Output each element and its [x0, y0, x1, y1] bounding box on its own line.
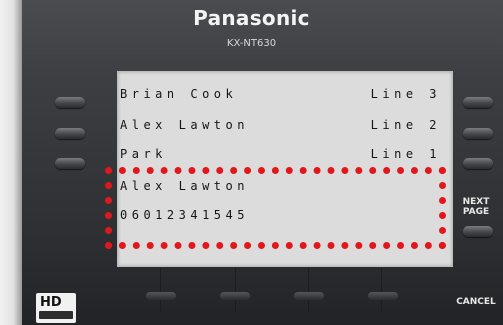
- display-row: Brian Cook Line 3: [120, 87, 436, 103]
- bottom-softkey-1[interactable]: [146, 292, 176, 300]
- bottom-softkey-3[interactable]: [294, 292, 324, 300]
- brand-name: Panasonic: [193, 6, 310, 30]
- key-divider: [235, 268, 236, 312]
- bottom-softkey-4[interactable]: [368, 292, 398, 300]
- left-softkey-2[interactable]: [55, 128, 85, 139]
- left-softkey-3[interactable]: [55, 158, 85, 169]
- right-softkey-1[interactable]: [463, 97, 493, 108]
- line-label: Line 2: [370, 118, 441, 132]
- line-label: Line 1: [370, 147, 441, 161]
- key-divider: [308, 268, 309, 312]
- key-divider: [160, 268, 161, 312]
- bottom-softkey-2[interactable]: [220, 292, 250, 300]
- next-page-label[interactable]: NEXT PAGE: [452, 197, 500, 217]
- highlight-box: [105, 167, 446, 249]
- contact-name: Park: [120, 147, 167, 161]
- right-softkey-2[interactable]: [463, 128, 493, 139]
- hd-logo-band: [39, 311, 73, 319]
- hd-sound-logo: HD: [36, 293, 76, 323]
- contact-name: Alex Lawton: [120, 118, 249, 132]
- hd-logo-text: HD: [40, 295, 62, 310]
- cancel-button[interactable]: CANCEL: [452, 297, 500, 307]
- contact-name: Brian Cook: [120, 87, 238, 101]
- model-number: KX-NT630: [226, 38, 277, 49]
- display-row: Alex Lawton Line 2: [120, 118, 436, 134]
- line-label: Line 3: [370, 87, 441, 101]
- next-page-button[interactable]: [463, 226, 493, 237]
- right-softkey-3[interactable]: [463, 158, 493, 169]
- left-softkey-1[interactable]: [55, 97, 85, 108]
- key-divider: [381, 268, 382, 312]
- display-row: Park Line 1: [120, 147, 436, 163]
